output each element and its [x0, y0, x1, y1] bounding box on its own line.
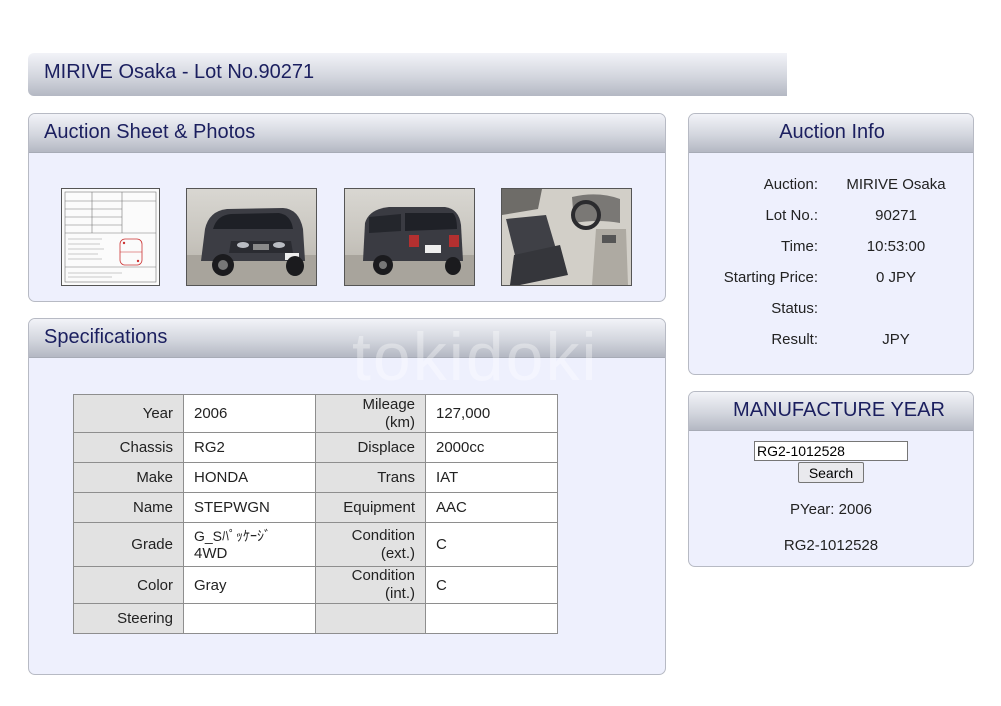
specifications-panel: Specifications Year 2006 Mileage (km) 12…: [28, 318, 666, 675]
spec-label-trans: Trans: [315, 462, 426, 493]
status-label: Status:: [771, 300, 818, 317]
result-value: JPY: [882, 331, 910, 348]
specifications-header: Specifications: [29, 319, 665, 358]
spec-value-make: HONDA: [183, 462, 316, 493]
lot-no-label: Lot No.:: [765, 207, 818, 224]
time-label: Time:: [781, 238, 818, 255]
spec-label-condition-ext: Condition (ext.): [315, 522, 426, 567]
car-rear-photo: [345, 207, 474, 285]
manufacture-year-heading: MANUFACTURE YEAR: [733, 399, 945, 421]
auction-value: MIRIVE Osaka: [846, 176, 946, 193]
spec-label-color: Color: [73, 566, 184, 604]
spec-row-steering: Steering: [73, 603, 558, 634]
pyear-result: PYear: 2006: [789, 501, 873, 518]
spec-label-mileage-line2: (km): [385, 413, 415, 431]
car-front-photo-thumbnail[interactable]: [186, 188, 317, 286]
spec-label-mileage: Mileage (km): [315, 394, 426, 433]
auction-info-panel: Auction Info Auction: MIRIVE Osaka Lot N…: [688, 113, 974, 375]
spec-label-mileage-line1: Mileage: [362, 395, 415, 413]
spec-value-trans: IAT: [425, 462, 558, 493]
spec-value-year: 2006: [183, 394, 316, 433]
spec-label-condition-int-line2: (int.): [385, 585, 415, 602]
spec-label-grade: Grade: [73, 522, 184, 567]
auction-sheet-icon: [62, 189, 159, 285]
auction-info-header: Auction Info: [689, 114, 973, 153]
auction-info-heading: Auction Info: [779, 121, 885, 143]
lot-no-value: 90271: [875, 207, 917, 224]
lot-title-bar: MIRIVE Osaka - Lot No.90271: [28, 53, 787, 96]
auction-sheet-heading: Auction Sheet & Photos: [44, 121, 256, 143]
spec-label-steering: Steering: [73, 603, 184, 634]
auction-label: Auction:: [763, 176, 818, 193]
spec-row-year: Year 2006 Mileage (km) 127,000: [73, 394, 558, 433]
spec-value-name: STEPWGN: [183, 492, 316, 523]
auction-sheet-header: Auction Sheet & Photos: [29, 114, 665, 153]
spec-label-displace: Displace: [315, 432, 426, 463]
spec-label-condition-ext-line1: Condition: [351, 526, 415, 544]
spec-value-chassis: RG2: [183, 432, 316, 463]
auction-sheet-thumbnail[interactable]: [61, 188, 160, 286]
specifications-table: Year 2006 Mileage (km) 127,000 Chassis R…: [73, 394, 558, 634]
spec-row-name: Name STEPWGN Equipment AAC: [73, 492, 558, 523]
spec-label-year: Year: [73, 394, 184, 433]
spec-label-name: Name: [73, 492, 184, 523]
manufacture-year-panel: MANUFACTURE YEAR Search PYear: 2006 RG2-…: [688, 391, 974, 567]
result-label: Result:: [771, 331, 818, 348]
spec-value-grade: G_Sﾊﾟｯｹｰｼﾞ 4WD: [183, 522, 316, 567]
spec-row-make: Make HONDA Trans IAT: [73, 462, 558, 493]
starting-price-value: 0 JPY: [875, 269, 917, 286]
spec-value-condition-int: C: [425, 566, 558, 604]
car-interior-photo-thumbnail[interactable]: [501, 188, 632, 286]
spec-value-displace: 2000cc: [425, 432, 558, 463]
starting-price-label: Starting Price:: [723, 269, 818, 286]
spec-value-grade-line2: 4WD: [194, 544, 228, 562]
chassis-search-input[interactable]: [754, 441, 908, 461]
manufacture-year-header: MANUFACTURE YEAR: [689, 392, 973, 431]
spec-value-steering: [183, 603, 316, 634]
spec-value-color: Gray: [183, 566, 316, 604]
spec-label-condition-int-line1: Condition: [351, 567, 415, 584]
spec-label-empty: [315, 603, 426, 634]
spec-value-condition-ext: C: [425, 522, 558, 567]
spec-row-chassis: Chassis RG2 Displace 2000cc: [73, 432, 558, 463]
car-front-photo: [187, 208, 316, 285]
page-title: MIRIVE Osaka - Lot No.90271: [44, 61, 315, 83]
spec-row-color: Color Gray Condition (int.) C: [73, 566, 558, 604]
spec-label-equipment: Equipment: [315, 492, 426, 523]
spec-value-empty: [425, 603, 558, 634]
specifications-heading: Specifications: [44, 326, 168, 348]
search-button[interactable]: Search: [798, 462, 864, 483]
chassis-result: RG2-1012528: [783, 537, 879, 554]
spec-label-make: Make: [73, 462, 184, 493]
spec-label-condition-int: Condition (int.): [315, 566, 426, 604]
time-value: 10:53:00: [866, 238, 926, 255]
spec-value-grade-line1: G_Sﾊﾟｯｹｰｼﾞ: [194, 527, 272, 544]
spec-value-equipment: AAC: [425, 492, 558, 523]
spec-label-condition-ext-line2: (ext.): [380, 544, 415, 562]
spec-row-grade: Grade G_Sﾊﾟｯｹｰｼﾞ 4WD Condition (ext.) C: [73, 522, 558, 567]
car-rear-photo-thumbnail[interactable]: [344, 188, 475, 286]
auction-sheet-panel: Auction Sheet & Photos: [28, 113, 666, 302]
spec-value-mileage: 127,000: [425, 394, 558, 433]
car-interior-photo: [502, 189, 631, 285]
spec-label-chassis: Chassis: [73, 432, 184, 463]
